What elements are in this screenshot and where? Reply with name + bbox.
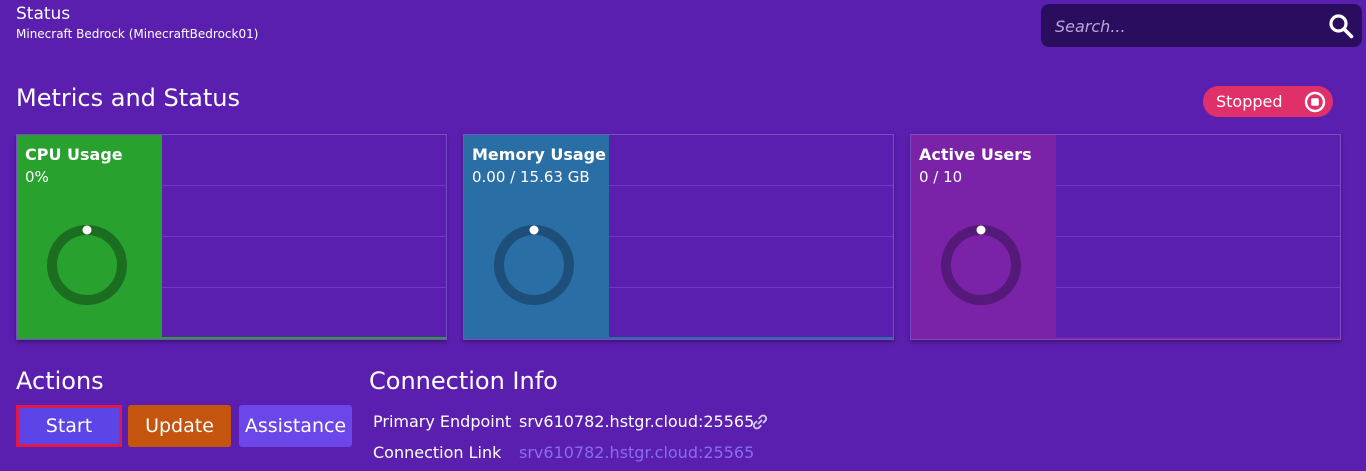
cpu-usage-value: 0% [25, 168, 49, 186]
gauge-indicator-dot [82, 225, 92, 235]
chart-gridline [1056, 236, 1340, 237]
memory-usage-panel: Memory Usage 0.00 / 15.63 GB [464, 135, 609, 339]
memory-usage-value: 0.00 / 15.63 GB [472, 168, 590, 186]
active-users-value: 0 / 10 [919, 168, 963, 186]
gauge-indicator-dot [529, 225, 539, 235]
connection-link-label: Connection Link [373, 443, 502, 462]
metrics-title: Metrics and Status [16, 84, 241, 112]
active-users-baseline [911, 337, 1340, 339]
start-button[interactable]: Start [16, 405, 122, 447]
stop-icon [1304, 91, 1326, 113]
primary-endpoint-value: srv610782.hstgr.cloud:25565 [519, 412, 755, 431]
chart-gridline [162, 287, 446, 288]
connection-info-title: Connection Info [369, 367, 558, 395]
active-users-label: Active Users [919, 145, 1032, 164]
connection-link-row: Connection Link srv610782.hstgr.cloud:25… [373, 443, 754, 463]
gauge-indicator-dot [976, 225, 986, 235]
app-root: Status Minecraft Bedrock (MinecraftBedro… [0, 0, 1366, 471]
active-users-panel: Active Users 0 / 10 [911, 135, 1056, 339]
search-box [1041, 4, 1362, 47]
memory-usage-baseline [464, 337, 893, 339]
memory-usage-gauge [494, 225, 574, 305]
cpu-usage-label: CPU Usage [25, 145, 123, 164]
memory-usage-card: Memory Usage 0.00 / 15.63 GB [463, 134, 894, 340]
status-badge-label: Stopped [1216, 92, 1283, 111]
chart-gridline [1056, 287, 1340, 288]
search-input[interactable] [1053, 13, 1319, 39]
primary-endpoint-label: Primary Endpoint [373, 412, 512, 431]
assistance-button[interactable]: Assistance [239, 405, 352, 447]
active-users-gauge [941, 225, 1021, 305]
chart-gridline [609, 236, 893, 237]
chart-gridline [162, 236, 446, 237]
chart-gridline [609, 287, 893, 288]
chart-gridline [609, 185, 893, 186]
server-subtitle: Minecraft Bedrock (MinecraftBedrock01) [16, 27, 259, 41]
actions-title: Actions [16, 367, 104, 395]
page-title: Status [16, 4, 71, 24]
primary-endpoint-row: Primary Endpoint srv610782.hstgr.cloud:2… [373, 412, 768, 432]
cpu-usage-card: CPU Usage 0% [16, 134, 447, 340]
cpu-usage-gauge [47, 225, 127, 305]
chart-gridline [162, 185, 446, 186]
status-badge: Stopped [1203, 86, 1333, 117]
memory-usage-label: Memory Usage [472, 145, 606, 164]
update-button[interactable]: Update [128, 405, 231, 447]
chart-gridline [1056, 185, 1340, 186]
active-users-card: Active Users 0 / 10 [910, 134, 1341, 340]
search-icon[interactable] [1328, 13, 1354, 39]
cpu-usage-baseline [17, 337, 446, 339]
cpu-usage-panel: CPU Usage 0% [17, 135, 162, 339]
link-icon[interactable] [751, 413, 769, 431]
connection-link[interactable]: srv610782.hstgr.cloud:25565 [519, 443, 754, 463]
